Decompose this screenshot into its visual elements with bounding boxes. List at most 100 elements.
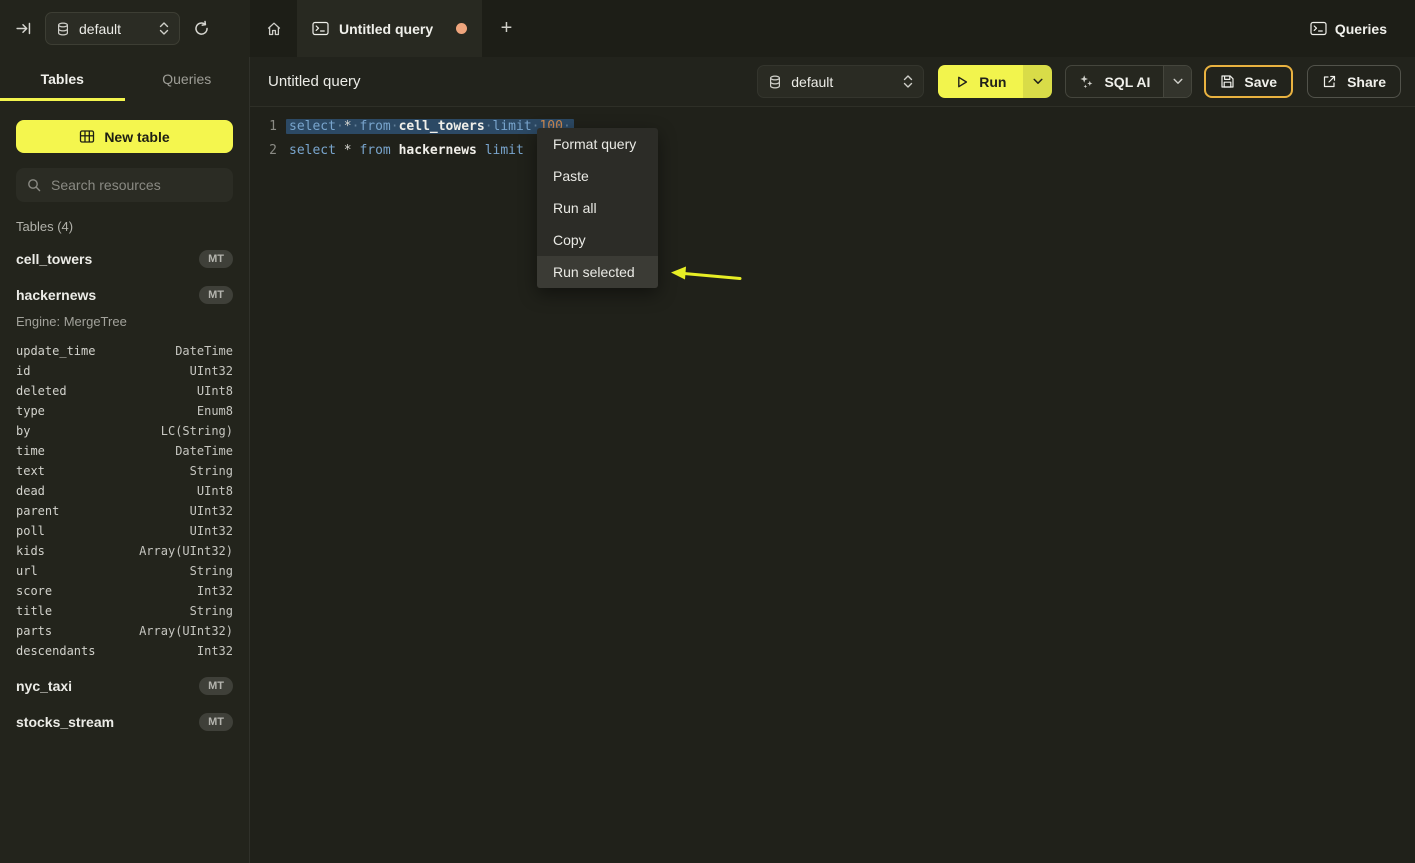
- columns-list: update_timeDateTimeidUInt32deletedUInt8t…: [16, 341, 233, 661]
- sql-ai-button[interactable]: SQL AI: [1066, 66, 1163, 97]
- column-row: timeDateTime: [16, 441, 233, 461]
- menu-item-copy[interactable]: Copy: [537, 224, 658, 256]
- column-name: score: [16, 584, 52, 598]
- share-icon: [1322, 74, 1337, 89]
- save-button[interactable]: Save: [1204, 65, 1293, 98]
- column-name: dead: [16, 484, 45, 498]
- menu-item-format-query[interactable]: Format query: [537, 128, 658, 160]
- run-button-group: Run: [938, 65, 1052, 98]
- sidebar-tabs: Tables Queries: [0, 57, 249, 101]
- database-icon: [768, 75, 782, 89]
- code-token: *: [344, 119, 352, 134]
- header-database-selector[interactable]: default: [757, 65, 924, 98]
- column-name: text: [16, 464, 45, 478]
- column-type: UInt32: [190, 364, 233, 378]
- sidebar-tab-queries[interactable]: Queries: [125, 57, 250, 101]
- code-text: select·*·from·cell_towers·limit·100·: [286, 119, 574, 134]
- terminal-icon: [1310, 21, 1327, 36]
- search-input[interactable]: [49, 176, 222, 194]
- column-row: byLC(String): [16, 421, 233, 441]
- refresh-icon[interactable]: [193, 20, 210, 37]
- tables-section-label: Tables (4): [16, 219, 233, 234]
- sql-ai-button-group: SQL AI: [1065, 65, 1192, 98]
- table-row-nyc_taxi[interactable]: nyc_taxiMT: [16, 675, 233, 697]
- column-row: dead UInt8: [16, 481, 233, 501]
- column-type: UInt8: [197, 484, 233, 498]
- search-icon: [27, 178, 41, 192]
- sql-editor[interactable]: 1select·*·from·cell_towers·limit·100·2se…: [250, 107, 1415, 863]
- code-token: from: [359, 119, 390, 134]
- column-name: parent: [16, 504, 59, 518]
- new-table-button[interactable]: New table: [16, 120, 233, 153]
- chevron-updown-icon: [159, 21, 169, 36]
- code-token: *: [344, 143, 352, 158]
- menu-item-run-all[interactable]: Run all: [537, 192, 658, 224]
- tables-list: cell_towersMThackernewsMTEngine: MergeTr…: [0, 248, 249, 733]
- table-name: stocks_stream: [16, 714, 114, 730]
- tab-strip: Untitled query + Queries: [250, 0, 1415, 57]
- sql-ai-label: SQL AI: [1104, 74, 1150, 90]
- column-type: String: [190, 564, 233, 578]
- database-selector[interactable]: default: [45, 12, 180, 45]
- menu-item-run-selected[interactable]: Run selected: [537, 256, 658, 288]
- whitespace-dot: ·: [485, 119, 493, 134]
- column-name: poll: [16, 524, 45, 538]
- menu-item-paste[interactable]: Paste: [537, 160, 658, 192]
- save-label: Save: [1244, 74, 1277, 90]
- code-token: select: [289, 119, 336, 134]
- search-box: [16, 168, 233, 202]
- share-button[interactable]: Share: [1307, 65, 1401, 98]
- editor-line-2[interactable]: 2select * from hackernews limit: [250, 138, 1415, 162]
- table-name: cell_towers: [16, 251, 92, 267]
- code-token: limit: [485, 143, 524, 158]
- add-tab-button[interactable]: +: [482, 0, 531, 57]
- run-dropdown-button[interactable]: [1023, 65, 1052, 98]
- header-database-value: default: [791, 74, 833, 90]
- sql-ai-dropdown-button[interactable]: [1163, 66, 1191, 97]
- table-row-cell_towers[interactable]: cell_towersMT: [16, 248, 233, 270]
- tab-untitled-query[interactable]: Untitled query: [297, 0, 482, 57]
- top-bar: default: [0, 0, 1415, 57]
- query-title: Untitled query: [268, 73, 361, 90]
- table-row-stocks_stream[interactable]: stocks_streamMT: [16, 711, 233, 733]
- column-row: textString: [16, 461, 233, 481]
- queries-button[interactable]: Queries: [1310, 0, 1415, 57]
- column-row: idUInt32: [16, 361, 233, 381]
- column-type: UInt8: [197, 384, 233, 398]
- run-button[interactable]: Run: [938, 65, 1023, 98]
- code-token: cell_towers: [399, 119, 485, 134]
- whitespace-dot: ·: [336, 119, 344, 134]
- column-name: time: [16, 444, 45, 458]
- sidebar-tab-tables[interactable]: Tables: [0, 57, 125, 101]
- code-token: select: [289, 143, 336, 158]
- column-name: descendants: [16, 644, 95, 658]
- column-type: Enum8: [197, 404, 233, 418]
- table-row-hackernews[interactable]: hackernewsMT: [16, 284, 233, 306]
- queries-label: Queries: [1335, 21, 1387, 37]
- column-row: poll UInt32: [16, 521, 233, 541]
- column-row: parentUInt32: [16, 501, 233, 521]
- column-type: Int32: [197, 644, 233, 658]
- column-type: UInt32: [190, 524, 233, 538]
- column-type: Array(UInt32): [139, 544, 233, 558]
- terminal-icon: [312, 21, 329, 36]
- top-bar-left: default: [0, 0, 250, 57]
- column-type: Int32: [197, 584, 233, 598]
- column-row: kidsArray(UInt32): [16, 541, 233, 561]
- line-number: 2: [255, 143, 277, 158]
- new-table-label: New table: [104, 129, 169, 145]
- engine-badge: MT: [199, 677, 233, 695]
- editor-line-1[interactable]: 1select·*·from·cell_towers·limit·100·: [250, 114, 1415, 138]
- code-token: hackernews: [399, 143, 477, 158]
- column-row: score Int32: [16, 581, 233, 601]
- collapse-sidebar-icon[interactable]: [15, 20, 32, 37]
- home-icon[interactable]: [250, 0, 297, 57]
- column-name: url: [16, 564, 38, 578]
- column-name: type: [16, 404, 45, 418]
- line-number: 1: [255, 119, 277, 134]
- database-selector-value: default: [79, 21, 121, 37]
- column-row: deletedUInt8: [16, 381, 233, 401]
- editor-lines: 1select·*·from·cell_towers·limit·100·2se…: [250, 114, 1415, 162]
- table-name: hackernews: [16, 287, 96, 303]
- column-type: String: [190, 604, 233, 618]
